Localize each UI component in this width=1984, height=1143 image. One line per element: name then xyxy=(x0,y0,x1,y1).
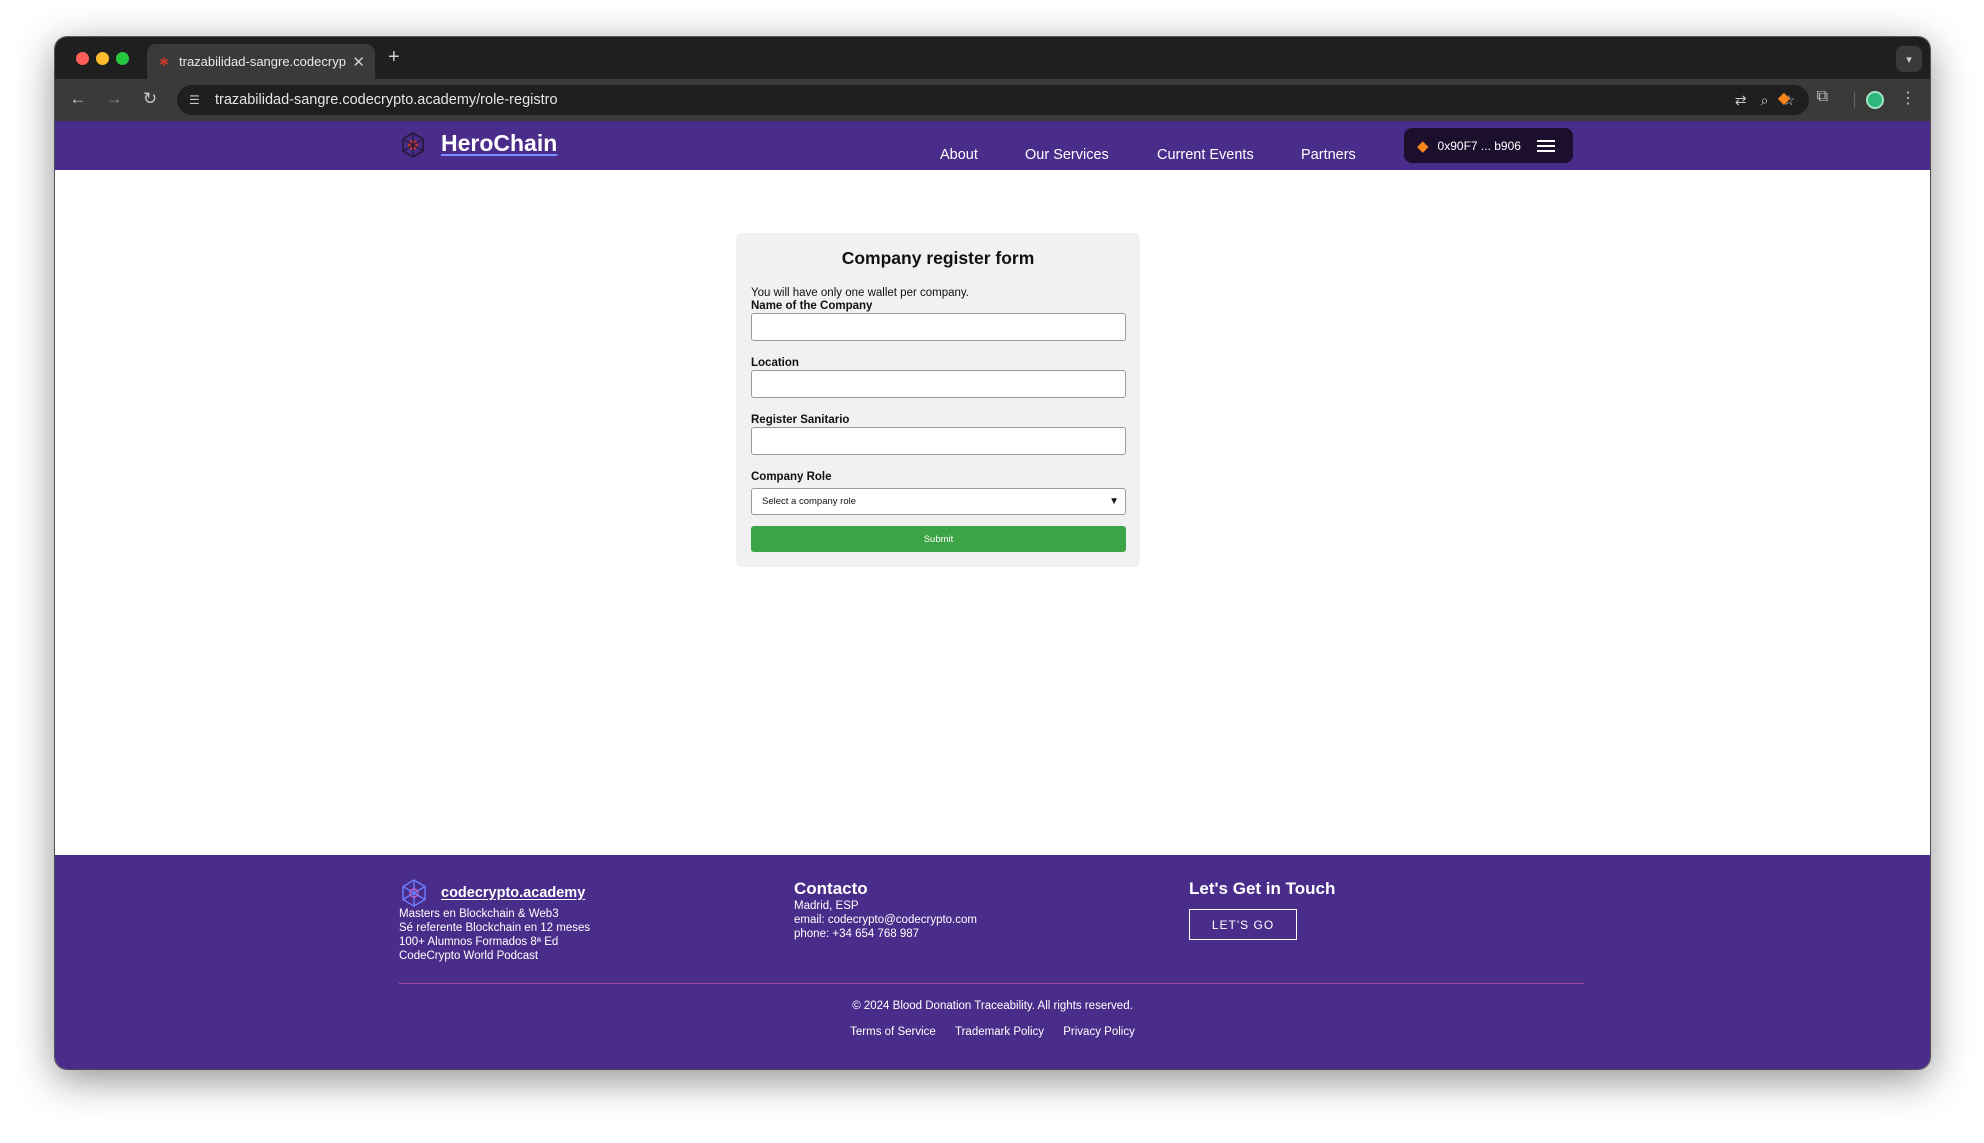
brand-link[interactable]: HeroChain xyxy=(441,130,557,157)
site-header: HeroChain About Our Services Current Eve… xyxy=(55,121,1930,170)
codecrypto-logo-icon xyxy=(402,879,426,907)
footer-brand-line: 100+ Alumnos Formados 8ª Ed xyxy=(399,936,559,948)
maximize-window-button[interactable] xyxy=(116,52,129,65)
close-window-button[interactable] xyxy=(76,52,89,65)
footer-brand-line: Masters en Blockchain & Web3 xyxy=(399,908,559,920)
footer-brand-link[interactable]: codecrypto.academy xyxy=(441,885,585,901)
extensions-icon[interactable]: ⧉ xyxy=(1817,88,1828,106)
browser-window: ✱ trazabilidad-sangre.codecrypto ✕ + ▾ ←… xyxy=(55,37,1930,1069)
location-input[interactable] xyxy=(751,370,1126,398)
company-role-select[interactable]: Select a company role ▼ xyxy=(751,488,1126,515)
form-title: Company register form xyxy=(841,248,1035,268)
new-tab-button[interactable]: + xyxy=(388,46,400,69)
profile-icon[interactable] xyxy=(1866,91,1884,109)
site-footer: codecrypto.academy Masters en Blockchain… xyxy=(55,855,1930,1069)
lets-go-button[interactable]: LET'S GO xyxy=(1189,909,1297,940)
metamask-fox-icon: ◆ xyxy=(1417,137,1429,155)
metamask-fox-icon[interactable]: ◆ xyxy=(1778,88,1790,108)
get-in-touch-heading: Let's Get in Touch xyxy=(1189,879,1336,898)
footer-links: Terms of Service Trademark Policy Privac… xyxy=(55,1026,1930,1038)
translate-icon[interactable]: ⇄ xyxy=(1735,92,1747,109)
trademark-policy-link[interactable]: Trademark Policy xyxy=(955,1026,1044,1038)
submit-button[interactable]: Submit xyxy=(751,526,1126,552)
privacy-policy-link[interactable]: Privacy Policy xyxy=(1063,1026,1135,1038)
tab-bar: ✱ trazabilidad-sangre.codecrypto ✕ + ▾ xyxy=(55,37,1930,79)
company-name-label: Name of the Company xyxy=(751,300,873,312)
toolbar-divider xyxy=(1854,92,1855,108)
wallet-address: 0x90F7 ... b906 xyxy=(1437,138,1521,153)
more-menu-icon[interactable]: ⋮ xyxy=(1900,88,1916,108)
browser-toolbar: ← → ↻ ☰ trazabilidad-sangre.codecrypto.a… xyxy=(55,79,1930,121)
footer-brand-lines: Masters en Blockchain & Web3 Sé referent… xyxy=(399,907,590,963)
nav-about[interactable]: About xyxy=(940,147,978,163)
footer-divider xyxy=(399,983,1584,984)
company-register-form: Company register form You will have only… xyxy=(736,233,1140,567)
chevron-down-icon: ▼ xyxy=(1109,496,1119,507)
wallet-button[interactable]: ◆ 0x90F7 ... b906 xyxy=(1404,128,1573,163)
minimize-window-button[interactable] xyxy=(96,52,109,65)
company-role-label: Company Role xyxy=(751,471,832,483)
terms-of-service-link[interactable]: Terms of Service xyxy=(850,1026,936,1038)
back-icon[interactable]: ← xyxy=(67,89,89,109)
url-text[interactable]: trazabilidad-sangre.codecrypto.academy/r… xyxy=(215,92,558,108)
footer-brand-line: CodeCrypto World Podcast xyxy=(399,950,539,962)
nav-partners[interactable]: Partners xyxy=(1301,147,1356,163)
tab-title: trazabilidad-sangre.codecrypto xyxy=(179,54,347,69)
nav-our-services[interactable]: Our Services xyxy=(1025,147,1109,163)
forward-icon[interactable]: → xyxy=(103,89,125,109)
register-sanitario-input[interactable] xyxy=(751,427,1126,455)
contact-line: email: codecrypto@codecrypto.com xyxy=(794,914,977,926)
contact-lines: Madrid, ESP email: codecrypto@codecrypto… xyxy=(794,899,977,941)
register-sanitario-label: Register Sanitario xyxy=(751,414,850,426)
browser-tab[interactable]: ✱ trazabilidad-sangre.codecrypto ✕ xyxy=(147,44,375,79)
company-role-selected: Select a company role xyxy=(762,496,856,507)
close-icon[interactable]: ✕ xyxy=(352,53,365,71)
company-name-input[interactable] xyxy=(751,313,1126,341)
tab-search-chevron-icon[interactable]: ▾ xyxy=(1896,46,1922,72)
site-settings-icon[interactable]: ☰ xyxy=(189,93,205,107)
site-favicon-icon: ✱ xyxy=(158,54,170,69)
location-label: Location xyxy=(751,357,799,369)
contact-heading: Contacto xyxy=(794,879,868,898)
reload-icon[interactable]: ↻ xyxy=(139,89,161,109)
footer-brand-line: Sé referente Blockchain en 12 meses xyxy=(399,922,591,934)
zoom-icon[interactable]: ⌕ xyxy=(1761,92,1769,109)
herochain-logo-icon xyxy=(402,131,424,159)
contact-line: Madrid, ESP xyxy=(794,900,859,912)
form-note: You will have only one wallet per compan… xyxy=(751,287,969,299)
hamburger-icon xyxy=(1537,137,1555,155)
nav-current-events[interactable]: Current Events xyxy=(1157,147,1254,163)
contact-line: phone: +34 654 768 987 xyxy=(794,928,920,940)
address-bar[interactable]: ☰ trazabilidad-sangre.codecrypto.academy… xyxy=(177,85,1809,115)
copyright: © 2024 Blood Donation Traceability. All … xyxy=(852,1000,1133,1012)
